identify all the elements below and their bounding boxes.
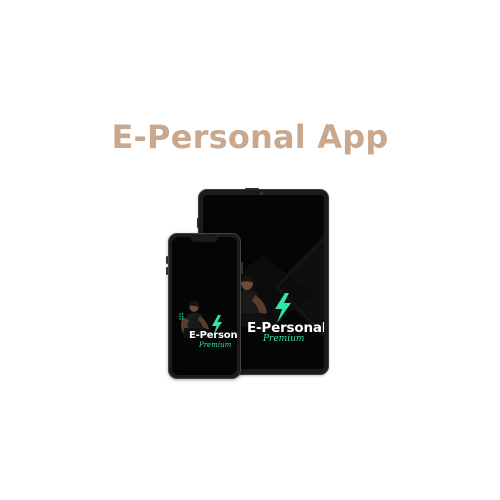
tablet-top-button <box>245 188 259 190</box>
page-title: E-Personal App <box>111 118 389 156</box>
phone-volume-up-button <box>166 256 168 264</box>
phone-brand-name: E-Personal <box>189 330 237 341</box>
phone-brand-tagline: Premium <box>199 341 232 349</box>
phone-splash-art <box>179 300 222 338</box>
tablet-brand-tagline: Premium <box>263 334 305 344</box>
phone-power-button <box>241 262 243 274</box>
tablet-side-button <box>197 218 199 228</box>
phone-mockup: E-Personal Premium <box>166 233 243 379</box>
phone-volume-down-button <box>166 267 168 275</box>
phone-dot-pattern <box>179 313 184 320</box>
phone-screen: E-Personal Premium <box>172 237 237 375</box>
